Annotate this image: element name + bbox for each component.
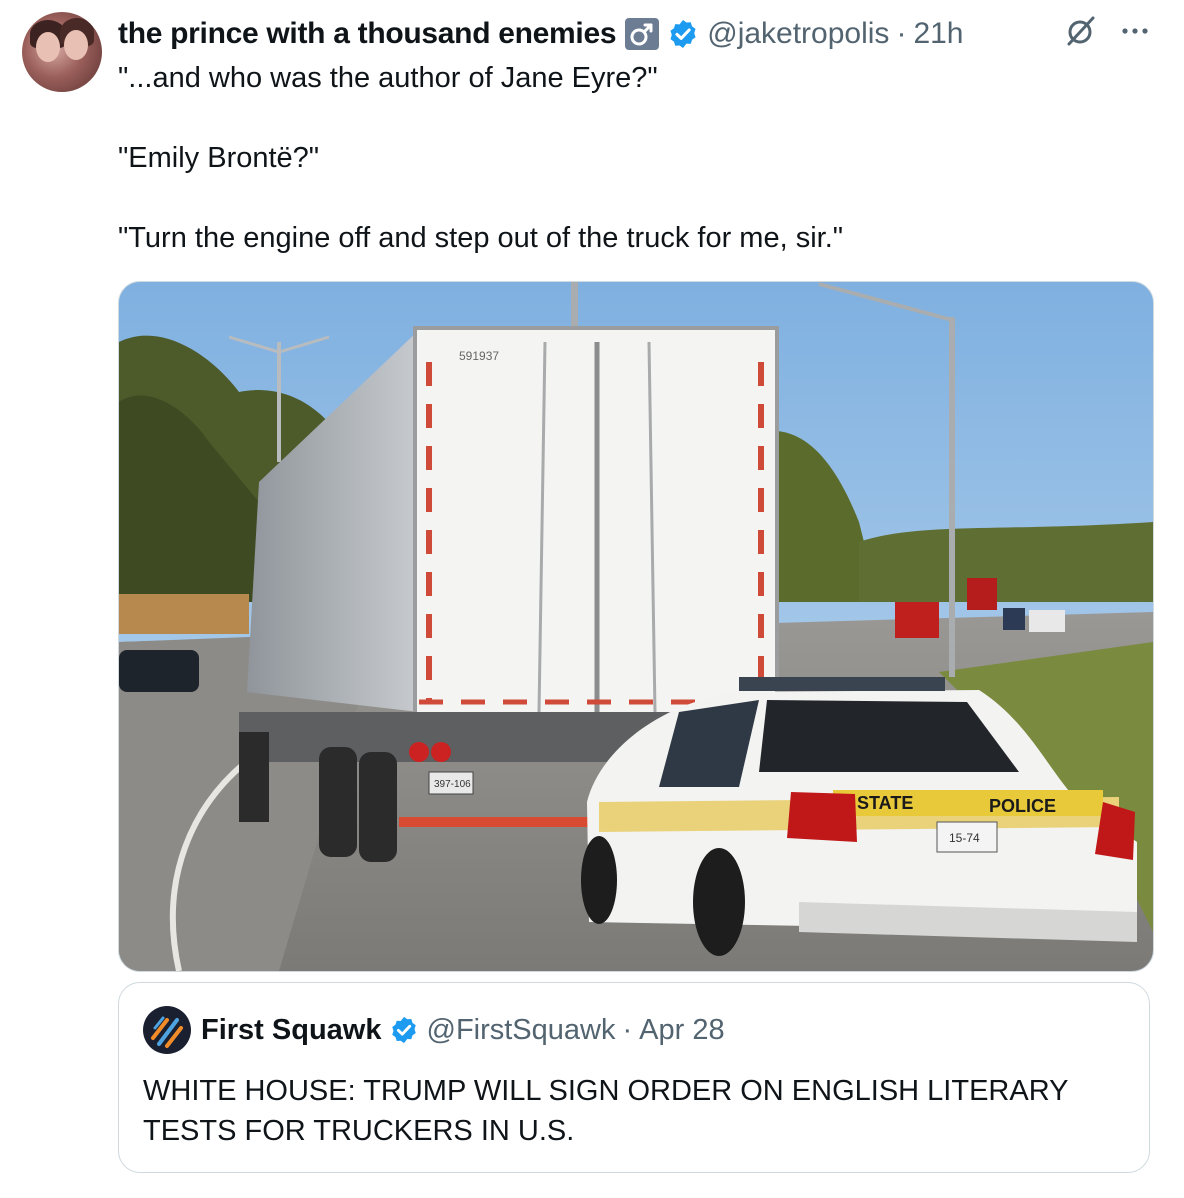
tweet-text-line <box>118 178 1148 218</box>
photo-truck-police-car: 591937 397-106 STATE POLICE 15-74 <box>119 282 1153 971</box>
car-plate: 15-74 <box>949 831 980 845</box>
author-avatar[interactable] <box>22 12 102 92</box>
more-icon[interactable] <box>1118 14 1152 48</box>
quoted-tweet-text: WHITE HOUSE: TRUMP WILL SIGN ORDER ON EN… <box>143 1075 1068 1147</box>
avatar-face <box>36 32 60 62</box>
author-handle[interactable]: @jaketropolis <box>707 17 889 51</box>
trailer-number: 591937 <box>459 349 499 363</box>
quoted-tweet[interactable]: First Squawk @FirstSquawk · Apr 28 WHITE… <box>118 982 1150 1173</box>
male-sign-icon <box>625 18 660 50</box>
tweet-text: "...and who was the author of Jane Eyre?… <box>118 58 1148 258</box>
tweet-text-line: "Emily Brontë?" <box>118 142 320 174</box>
verified-badge-icon <box>389 1015 419 1045</box>
car-label-state: STATE <box>857 793 913 813</box>
tweet-header: the prince with a thousand enemies @jake… <box>118 14 964 54</box>
quoted-tweet-header: First Squawk @FirstSquawk · Apr 28 <box>143 1005 725 1055</box>
tweet-timestamp[interactable]: 21h <box>913 17 963 51</box>
truck-plate: 397-106 <box>434 779 471 790</box>
avatar-face <box>64 30 88 60</box>
tweet-text-line: "Turn the engine off and step out of the… <box>118 222 844 254</box>
tweet[interactable]: the prince with a thousand enemies @jake… <box>0 0 1184 1198</box>
quoted-author-avatar[interactable] <box>143 1006 191 1054</box>
quoted-tweet-timestamp[interactable]: Apr 28 <box>639 1014 724 1047</box>
verified-badge-icon[interactable] <box>667 18 699 50</box>
grok-icon[interactable] <box>1064 14 1098 48</box>
tweet-text-line: "...and who was the author of Jane Eyre?… <box>118 62 658 94</box>
tweet-text-line <box>118 98 1148 138</box>
tweet-media-photo[interactable]: 591937 397-106 STATE POLICE 15-74 <box>118 281 1154 972</box>
separator-dot: · <box>896 17 907 50</box>
car-label-police: POLICE <box>989 796 1056 816</box>
quoted-author-handle[interactable]: @FirstSquawk <box>427 1014 616 1047</box>
separator-dot: · <box>622 1013 633 1046</box>
quoted-author-display-name[interactable]: First Squawk <box>201 1014 382 1047</box>
author-display-name[interactable]: the prince with a thousand enemies <box>118 17 617 51</box>
tweet-actions-top <box>1064 14 1152 48</box>
